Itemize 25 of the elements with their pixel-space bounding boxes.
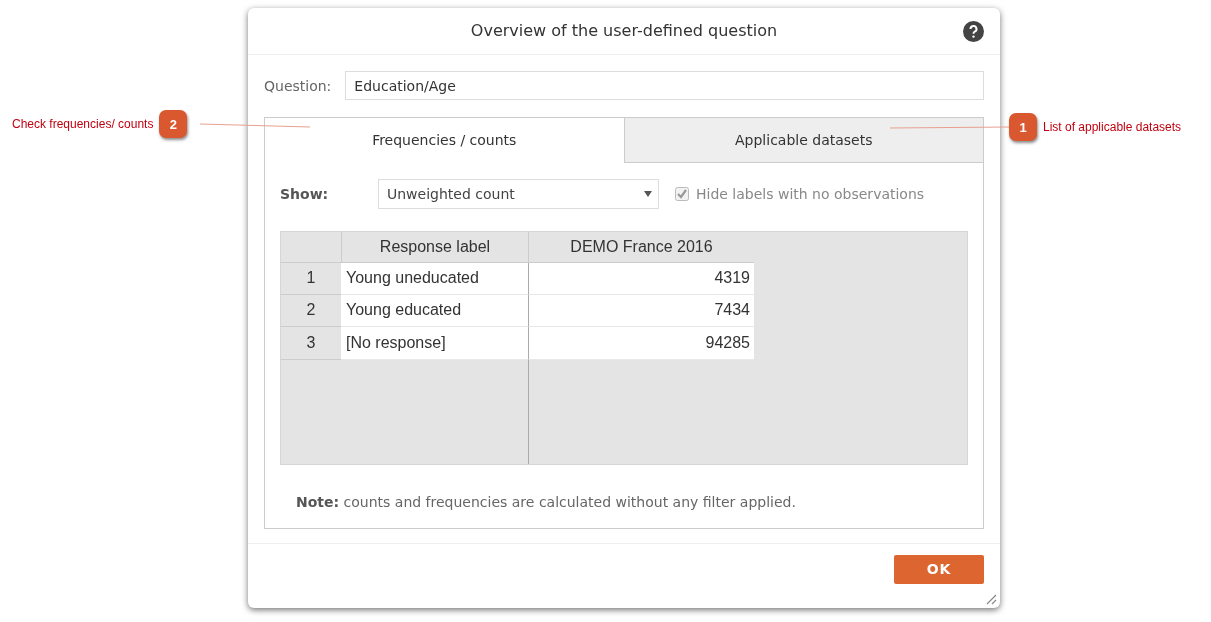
question-field[interactable]: Education/Age — [345, 71, 984, 101]
table-cell: Young educated — [341, 294, 528, 327]
checkbox[interactable] — [675, 186, 689, 201]
column-header: DEMO France 2016 — [528, 231, 754, 263]
callout-text: List of applicable datasets — [1043, 120, 1182, 134]
question-label: Question: — [264, 77, 332, 94]
dialog-title: Overview of the user-defined question — [470, 21, 778, 41]
caret-icon — [644, 190, 652, 197]
tab[interactable]: Applicable datasets — [623, 117, 983, 163]
table-cell: 7434 — [528, 294, 754, 327]
show-label: Show: — [280, 185, 330, 202]
callout-badge: 2 — [159, 110, 188, 138]
table-cell: Young uneducated — [341, 262, 528, 295]
table-cell: [No response] — [341, 326, 528, 360]
callout-text: Check frequencies/ counts — [12, 117, 154, 131]
ok-button[interactable]: OK — [894, 554, 984, 584]
note-text: Note: counts and frequencies are calculated without any filter applied. — [296, 493, 797, 510]
table-cell: 4319 — [528, 262, 754, 295]
help-icon[interactable] — [963, 21, 984, 42]
callout-badge: 1 — [1009, 113, 1037, 141]
table-cell: 94285 — [528, 326, 754, 360]
checkbox-label: Hide labels with no observations — [696, 185, 925, 202]
resize-grip-icon[interactable] — [985, 593, 997, 605]
show-dropdown[interactable]: Unweighted count — [378, 178, 659, 209]
column-header: Response label — [341, 231, 528, 263]
